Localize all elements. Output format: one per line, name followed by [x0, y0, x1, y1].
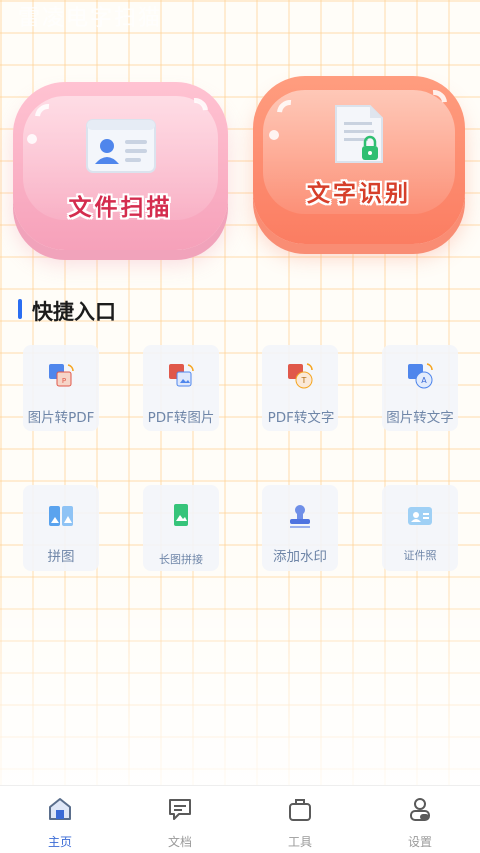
shine-dot: [269, 130, 279, 140]
home-icon: [49, 798, 71, 820]
tool-long-image-stitch[interactable]: 长图拼接: [143, 485, 219, 571]
svg-text:A: A: [421, 376, 427, 385]
image-to-pdf-icon: P: [49, 364, 74, 387]
image-to-text-icon: A: [408, 363, 433, 389]
tool-label: 图片转PDF: [27, 410, 95, 426]
nav-label: 工具: [287, 835, 312, 849]
document-chat-icon: [169, 799, 191, 820]
file-scan-card[interactable]: 文件扫描: [13, 82, 228, 250]
pdf-to-text-icon: T: [288, 363, 313, 389]
status-bar-ghost-text: 雷凌电字扫猫: [18, 6, 163, 31]
nav-label: 主页: [47, 835, 72, 849]
shine-dot: [27, 134, 37, 144]
tool-label: 长图拼接: [159, 553, 203, 566]
background-fade: [0, 560, 480, 790]
tool-label: PDF转图片: [147, 410, 215, 426]
text-recognition-card[interactable]: 文字识别: [253, 76, 465, 244]
locked-document-icon: [335, 105, 383, 163]
section-accent-bar: [18, 299, 22, 319]
section-title: 快捷入口: [32, 300, 116, 324]
nav-item-home[interactable]: 主页: [0, 786, 120, 853]
tool-label: 证件照: [403, 549, 437, 562]
nav-item-documents[interactable]: 文档: [120, 786, 240, 853]
bottom-nav: 主页 文档 工具 设置: [0, 785, 480, 853]
id-card-icon: [85, 119, 156, 173]
tool-label: 拼图: [47, 549, 75, 565]
id-photo-icon: [408, 507, 432, 525]
svg-text:T: T: [301, 376, 307, 385]
nav-label: 设置: [407, 835, 432, 849]
watermark-stamp-icon: [290, 505, 310, 528]
user-settings-icon: [410, 798, 430, 821]
tool-collage[interactable]: 拼图: [23, 485, 99, 571]
nav-item-tools[interactable]: 工具: [240, 786, 360, 853]
tool-label: 添加水印: [273, 549, 327, 565]
collage-icon: [49, 506, 73, 526]
toolbox-icon: [289, 799, 311, 821]
pdf-to-image-icon: [169, 364, 194, 387]
long-image-stitch-icon: [174, 504, 188, 526]
tool-label: 图片转文字: [386, 410, 454, 426]
nav-item-settings[interactable]: 设置: [360, 786, 480, 853]
text-recognition-title: 文字识别: [307, 180, 411, 207]
svg-text:P: P: [62, 377, 66, 385]
nav-label: 文档: [167, 835, 192, 849]
tool-add-watermark[interactable]: 添加水印: [262, 485, 338, 571]
file-scan-title: 文件扫描: [68, 194, 173, 221]
tool-id-photo[interactable]: 证件照: [382, 485, 458, 571]
tool-label: PDF转文字: [267, 410, 335, 426]
